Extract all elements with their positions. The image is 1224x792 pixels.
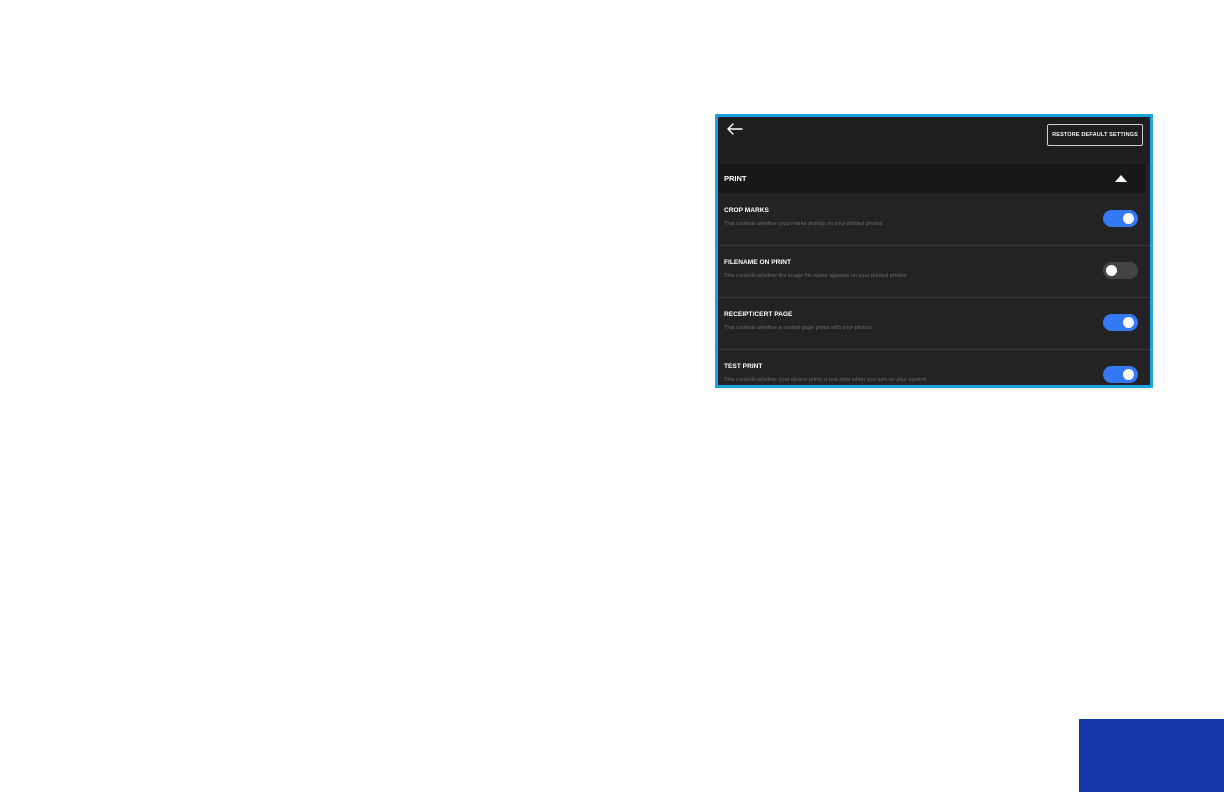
test-print-toggle[interactable]	[1103, 366, 1138, 383]
print-settings-screen: RESTORE DEFAULT SETTINGS PRINT CROP MARK…	[718, 117, 1150, 385]
toggle-knob	[1106, 265, 1117, 276]
setting-row-filename-on-print: FILENAME ON PRINT This controls whether …	[718, 246, 1150, 298]
setting-row-test-print: TEST PRINT This controls whether your de…	[718, 350, 1150, 385]
setting-label: TEST PRINT	[724, 363, 763, 370]
device-screenshot-frame: RESTORE DEFAULT SETTINGS PRINT CROP MARK…	[715, 114, 1153, 388]
triangle-up-icon[interactable]	[1115, 175, 1127, 182]
back-arrow-icon[interactable]	[724, 121, 746, 141]
setting-row-receipt-cert-page: RECEIPT/CERT PAGE This controls whether …	[718, 298, 1150, 350]
setting-label: FILENAME ON PRINT	[724, 259, 792, 266]
setting-label: CROP MARKS	[724, 207, 769, 214]
restore-default-settings-button[interactable]: RESTORE DEFAULT SETTINGS	[1047, 124, 1143, 146]
section-title: PRINT	[724, 174, 747, 183]
corner-brand-block	[1079, 719, 1224, 792]
setting-description: This controls whether crop marks display…	[724, 221, 883, 227]
filename-on-print-toggle[interactable]	[1103, 262, 1138, 279]
top-bar: RESTORE DEFAULT SETTINGS	[718, 117, 1150, 163]
toggle-knob	[1123, 317, 1134, 328]
toggle-knob	[1123, 369, 1134, 380]
setting-label: RECEIPT/CERT PAGE	[724, 311, 793, 318]
settings-list: CROP MARKS This controls whether crop ma…	[718, 194, 1150, 385]
setting-row-crop-marks: CROP MARKS This controls whether crop ma…	[718, 194, 1150, 246]
setting-description: This controls whether your device prints…	[724, 377, 927, 383]
print-section-header[interactable]: PRINT	[718, 164, 1146, 193]
setting-description: This controls whether a receipt page pri…	[724, 325, 872, 331]
setting-description: This controls whether the image file nam…	[724, 273, 907, 279]
toggle-knob	[1123, 213, 1134, 224]
receipt-cert-page-toggle[interactable]	[1103, 314, 1138, 331]
crop-marks-toggle[interactable]	[1103, 210, 1138, 227]
